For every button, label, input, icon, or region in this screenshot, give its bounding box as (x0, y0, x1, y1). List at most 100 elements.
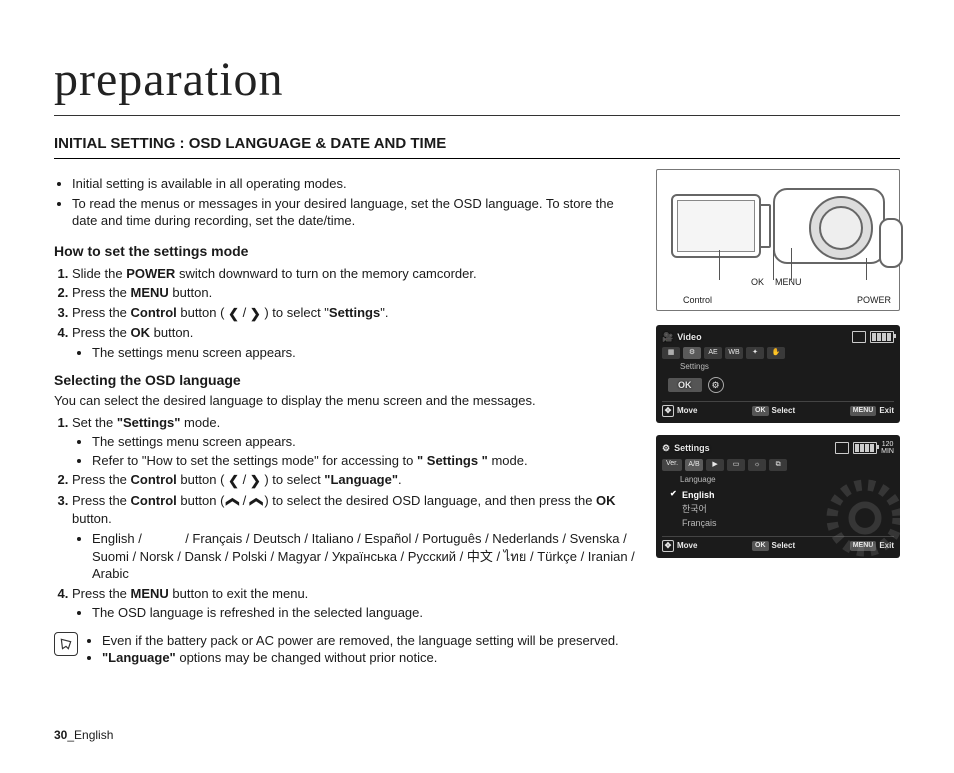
substep: The settings menu screen appears. (92, 433, 638, 451)
label-control: Control (683, 294, 712, 306)
t: Press the (72, 325, 131, 340)
t: / (239, 305, 250, 320)
t: button ( (177, 305, 228, 320)
note-list: Even if the battery pack or AC power are… (86, 632, 619, 667)
intro-bullet: To read the menus or messages in your de… (72, 195, 638, 230)
t: OK (131, 325, 151, 340)
camcorder-diagram: Control OK MENU POWER (656, 169, 900, 311)
substep: The OSD language is refreshed in the sel… (92, 604, 638, 622)
section-heading-row: INITIAL SETTING : OSD LANGUAGE & DATE AN… (54, 134, 900, 159)
battery-icon (870, 331, 894, 343)
note-item: Even if the battery pack or AC power are… (102, 632, 619, 650)
chevron-right-icon: ❯ (250, 305, 261, 323)
t: button. (150, 325, 193, 340)
intro-bullets: Initial setting is available in all oper… (54, 175, 638, 230)
select-label: Select (772, 406, 796, 417)
footer-lang: _English (67, 728, 113, 742)
select-label: Select (772, 541, 796, 552)
wb-icon: WB (725, 347, 743, 359)
camera-lens-icon (809, 196, 873, 260)
t: mode. (180, 415, 220, 430)
t: Refer to "How to set the settings mode" … (92, 453, 417, 468)
t: button. (72, 511, 112, 526)
left-column: Initial setting is available in all oper… (54, 169, 638, 667)
t: Control (131, 305, 177, 320)
t: Press the (72, 586, 131, 601)
t: "Settings" (117, 415, 181, 430)
recmode-icon: ▦ (662, 347, 680, 359)
move-label: Move (677, 406, 697, 417)
intro-bullet: Initial setting is available in all oper… (72, 175, 638, 193)
move-label: Move (677, 541, 697, 552)
menu-tag: MENU (850, 406, 877, 415)
ok-indicator: OK (668, 378, 702, 392)
t: MENU (131, 285, 169, 300)
tv-icon: ⧉ (769, 459, 787, 471)
t: Slide the (72, 266, 126, 281)
label-power: POWER (857, 294, 891, 306)
page-footer: 30_English (54, 727, 113, 743)
page-number: 30 (54, 728, 67, 742)
ok-tag: OK (752, 406, 769, 415)
language-item: English (668, 488, 894, 502)
ok-tag: OK (752, 541, 769, 550)
language-icon: A/B (685, 459, 703, 471)
settings-gear-icon: ⚙ (683, 347, 701, 359)
mode-label: Video (677, 331, 701, 343)
leader-line (719, 250, 720, 280)
t: switch downward to turn on the memory ca… (175, 266, 476, 281)
step: Press the MENU button. (72, 284, 638, 302)
lcd-screen-settings: ⚙ Settings 120 MIN Ver. A/B (656, 435, 900, 558)
substep: Refer to "How to set the settings mode" … (92, 452, 638, 470)
t: ) to select the desired OSD language, an… (261, 493, 596, 508)
hand-icon: ✋ (767, 347, 785, 359)
note-block: Even if the battery pack or AC power are… (54, 632, 638, 667)
card-icon (835, 442, 849, 454)
t: "Language" (324, 472, 398, 487)
t: button. (169, 285, 212, 300)
t: Set the (72, 415, 117, 430)
language-item: 한국어 (668, 502, 894, 516)
settings-title: Settings (674, 442, 710, 454)
right-column: Control OK MENU POWER 🎥 Video (656, 169, 900, 667)
t: button ( (177, 472, 228, 487)
step: Set the "Settings" mode. The settings me… (72, 414, 638, 470)
step: Press the OK button. The settings menu s… (72, 324, 638, 361)
card-icon (852, 331, 866, 343)
t: Settings (329, 305, 380, 320)
label-ok: OK (751, 276, 764, 288)
gear-circle-icon: ⚙ (708, 377, 724, 393)
howto-steps: Slide the POWER switch downward to turn … (54, 265, 638, 362)
step: Slide the POWER switch downward to turn … (72, 265, 638, 283)
chevron-left-icon: ❮ (228, 472, 239, 490)
brightness-icon: ☼ (748, 459, 766, 471)
t: ". (380, 305, 388, 320)
t: Press the (72, 493, 131, 508)
rec-time-value: 120 (881, 441, 894, 448)
section-rule (54, 158, 900, 159)
label-menu: MENU (775, 276, 802, 288)
language-item: Français (668, 516, 894, 530)
step: Press the Control button ( ❮ / ❯ ) to se… (72, 304, 638, 323)
section-title: INITIAL SETTING : OSD LANGUAGE & DATE AN… (54, 134, 900, 154)
howto-heading: How to set the settings mode (54, 242, 638, 261)
t: MENU (131, 586, 169, 601)
chevron-right-icon: ❯ (250, 472, 261, 490)
step: Press the MENU button to exit the menu. … (72, 585, 638, 622)
rec-time-unit: MIN (881, 448, 894, 455)
effect-icon: ✦ (746, 347, 764, 359)
t: Press the (72, 285, 131, 300)
settings-label: Settings (680, 362, 894, 373)
mode-icon-row: ▦ ⚙ AE WB ✦ ✋ (662, 347, 894, 359)
chevron-down-icon: ❯ (246, 496, 264, 507)
t: " Settings " (417, 453, 488, 468)
camera-grip-icon (879, 218, 903, 268)
osd-intro: You can select the desired language to d… (54, 392, 638, 410)
t: Press the (72, 305, 131, 320)
chevron-left-icon: ❮ (228, 305, 239, 323)
t: options may be changed without prior not… (176, 650, 438, 665)
t: POWER (126, 266, 175, 281)
note-item: "Language" options may be changed withou… (102, 649, 619, 667)
dpad-icon: ✥ (662, 405, 674, 417)
version-icon: Ver. (662, 459, 682, 471)
